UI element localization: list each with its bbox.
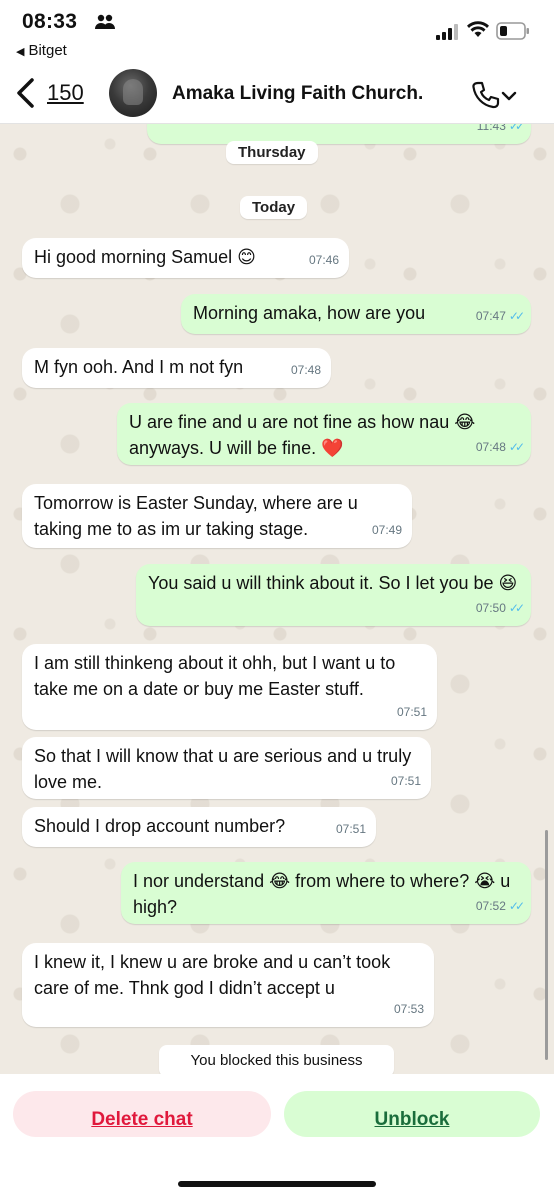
message-meta: 07:47 ✓✓: [475, 309, 525, 323]
message-text: You said u will think about it. So I let…: [148, 573, 518, 593]
message-text: Tomorrow is Easter Sunday, where are u t…: [34, 493, 358, 539]
message-meta: 07:52 ✓✓: [475, 899, 525, 913]
wifi-icon: [466, 20, 490, 43]
date-chip-today: Today: [240, 196, 308, 219]
message-text: I am still thinkeng about it ohh, but I …: [34, 653, 396, 699]
message-bubble[interactable]: Tomorrow is Easter Sunday, where are u t…: [22, 484, 412, 548]
message-time: 07:46: [308, 253, 339, 267]
message-text: U are fine and u are not fine as how nau…: [129, 412, 476, 458]
message-bubble[interactable]: Morning amaka, how are you 07:47 ✓✓: [181, 294, 531, 334]
delete-chat-button[interactable]: Delete chat: [13, 1091, 271, 1137]
message-bubble[interactable]: You said u will think about it. So I let…: [136, 564, 531, 626]
message-text: M fyn ooh. And I m not fyn: [34, 357, 244, 377]
message-bubble[interactable]: Should I drop account number? 07:51: [22, 807, 376, 847]
message-time: 07:49: [371, 523, 402, 537]
message-bubble[interactable]: I nor understand 😂 from where to where? …: [121, 862, 531, 924]
message-time: 07:51: [390, 774, 421, 788]
message-bubble[interactable]: M fyn ooh. And I m not fyn 07:48: [22, 348, 331, 388]
chat-header: 150 Amaka Living Faith Church.: [0, 64, 554, 124]
date-chip-thursday: Thursday: [226, 141, 318, 164]
message-time: 07:51: [396, 705, 427, 719]
back-app-label: Bitget: [28, 42, 67, 59]
message-meta: 07:48 ✓✓: [475, 440, 525, 454]
back-triangle-icon: ◀: [16, 46, 25, 58]
focus-people-icon: [94, 14, 116, 35]
footer-bar: Delete chat Unblock: [0, 1074, 554, 1199]
message-text: Hi good morning Samuel 😊: [34, 247, 256, 267]
message-time: 07:51: [335, 822, 366, 836]
message-bubble-partial[interactable]: 11:43 ✓✓: [147, 124, 531, 144]
scrollbar[interactable]: [545, 830, 548, 1060]
read-ticks-icon: ✓✓: [508, 124, 525, 133]
message-meta: 11:43 ✓✓: [477, 124, 525, 139]
message-bubble[interactable]: Hi good morning Samuel 😊 07:46: [22, 238, 349, 278]
message-text: Should I drop account number?: [34, 816, 286, 836]
read-ticks-icon: ✓✓: [508, 440, 525, 454]
message-bubble[interactable]: U are fine and u are not fine as how nau…: [117, 403, 531, 465]
message-time: 07:48: [290, 363, 321, 377]
message-meta: 07:50 ✓✓: [475, 601, 525, 615]
read-ticks-icon: ✓✓: [508, 309, 525, 323]
message-text: I nor understand 😂 from where to where? …: [133, 871, 511, 917]
chevron-down-icon[interactable]: [501, 88, 517, 106]
read-ticks-icon: ✓✓: [508, 899, 525, 913]
message-text: I knew it, I knew u are broke and u can’…: [34, 952, 391, 998]
cellular-signal-icon: [436, 24, 460, 45]
message-time: 07:53: [393, 1002, 424, 1016]
status-time: 08:33: [22, 10, 78, 33]
message-text: So that I will know that u are serious a…: [34, 746, 412, 792]
chat-title[interactable]: Amaka Living Faith Church.: [172, 83, 423, 105]
home-indicator[interactable]: [178, 1181, 376, 1187]
back-to-app-link[interactable]: ◀ Bitget: [16, 42, 67, 59]
status-bar: 08:33 ◀ Bitget: [0, 0, 554, 64]
back-chevron-icon[interactable]: [14, 78, 36, 113]
message-bubble[interactable]: So that I will know that u are serious a…: [22, 737, 431, 799]
phone-icon[interactable]: [470, 80, 500, 115]
battery-icon: [496, 22, 530, 45]
unblock-button[interactable]: Unblock: [284, 1091, 540, 1137]
blocked-notice: You blocked this business: [159, 1045, 394, 1074]
message-bubble[interactable]: I knew it, I knew u are broke and u can’…: [22, 943, 434, 1027]
avatar[interactable]: [109, 69, 157, 117]
message-bubble[interactable]: I am still thinkeng about it ohh, but I …: [22, 644, 437, 730]
unread-count-link[interactable]: 150: [47, 80, 84, 106]
message-text: Morning amaka, how are you: [193, 303, 426, 323]
chat-area[interactable]: 11:43 ✓✓ Thursday Today Hi good morning S…: [0, 124, 554, 1074]
read-ticks-icon: ✓✓: [508, 601, 525, 615]
